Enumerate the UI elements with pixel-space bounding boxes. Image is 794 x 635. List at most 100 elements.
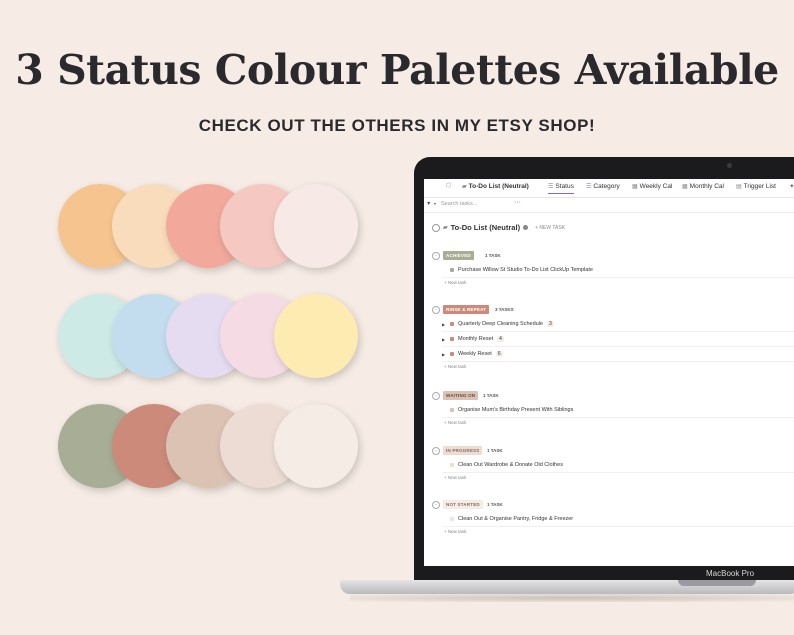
status-square-icon[interactable]	[450, 268, 454, 272]
status-pill[interactable]: NOT STARTED	[443, 500, 483, 509]
headline: 3 Status Colour Palettes Available	[15, 46, 779, 94]
status-square-icon[interactable]	[450, 463, 454, 467]
tab-weekly-cal[interactable]: ▦ Weekly Cal	[632, 183, 672, 190]
color-swatch	[274, 294, 358, 378]
expand-caret-icon[interactable]: ▶	[442, 322, 446, 327]
group-header: −NOT STARTED1 TASKPRIORI	[432, 498, 794, 512]
task-name[interactable]: Weekly Reset	[458, 351, 492, 357]
status-square-icon[interactable]	[450, 517, 454, 521]
task-count: 1 TASK	[487, 502, 503, 507]
color-swatch	[274, 184, 358, 268]
add-task-button[interactable]: + New task	[444, 278, 794, 288]
task-count: 1 TASK	[485, 253, 501, 258]
task-name[interactable]: Clean Out Wardrobe & Donate Old Clothes	[458, 462, 563, 468]
subtask-count[interactable]: 3	[547, 321, 554, 327]
tab-label: To-Do List (Neutral)	[468, 183, 529, 190]
view-tabs-bar: ⬡ ▰ To-Do List (Neutral) ☰ Status ☰ Cate…	[424, 179, 794, 198]
subtask-count[interactable]: 6	[495, 351, 503, 357]
palette-warm	[58, 184, 368, 274]
laptop-notch	[678, 580, 756, 586]
search-input[interactable]: Search tasks...	[441, 201, 477, 207]
status-pill[interactable]: ACHIEVED	[443, 251, 474, 260]
more-icon[interactable]: ···	[514, 199, 521, 206]
palette-neutral	[58, 404, 368, 494]
folder-icon: ▰	[462, 184, 467, 190]
add-view-button[interactable]: +	[790, 183, 794, 190]
task-name[interactable]: Quarterly Deep Cleaning Schedule	[458, 321, 543, 327]
laptop: ⬡ ▰ To-Do List (Neutral) ☰ Status ☰ Cate…	[414, 157, 794, 581]
home-icon[interactable]: ⬡	[446, 182, 451, 189]
plus-icon: +	[790, 183, 794, 190]
laptop-brand: MacBook Pro	[706, 569, 755, 578]
tab-monthly-cal[interactable]: ▦ Monthly Cal	[682, 183, 724, 190]
status-group: −NOT STARTED1 TASKPRIORIClean Out & Orga…	[432, 498, 794, 537]
tab-status[interactable]: ☰ Status	[548, 183, 574, 194]
tab-label: Monthly Cal	[689, 183, 724, 190]
list-title: To-Do List (Neutral)	[450, 223, 521, 232]
add-task-button[interactable]: + New task	[444, 473, 794, 483]
collapse-icon[interactable]	[432, 223, 440, 232]
task-row[interactable]: Purchase Willow St Studio To-Do List Cli…	[442, 263, 794, 278]
app-screen: ⬡ ▰ To-Do List (Neutral) ☰ Status ☰ Cate…	[424, 179, 794, 566]
tab-label: Trigger List	[743, 183, 776, 190]
tab-trigger-list[interactable]: ▤ Trigger List	[736, 183, 776, 190]
folder-icon: ▰	[443, 225, 448, 231]
status-square-icon[interactable]	[450, 352, 454, 356]
calendar-icon: ▦	[682, 184, 688, 190]
subline: CHECK OUT THE OTHERS IN MY ETSY SHOP!	[198, 116, 596, 135]
collapse-group-icon[interactable]: −	[432, 447, 440, 455]
status-square-icon[interactable]	[450, 408, 454, 412]
tab-category[interactable]: ☰ Category	[586, 183, 620, 190]
expand-caret-icon[interactable]: ▶	[442, 337, 446, 342]
collapse-group-icon[interactable]: −	[432, 306, 440, 314]
add-task-button[interactable]: + New task	[444, 362, 794, 372]
search-bar: ▼ ▾ Search tasks... ···	[424, 198, 794, 213]
chevron-down-icon[interactable]: ▾	[434, 201, 436, 206]
collapse-group-icon[interactable]: −	[432, 252, 440, 260]
task-row[interactable]: ▶ Weekly Reset 6	[442, 347, 794, 362]
tab-label: Weekly Cal	[639, 183, 673, 190]
tab-label: Status	[555, 183, 574, 190]
group-header: −RINSE & REPEAT3 TASKSPRIORI	[432, 303, 794, 317]
status-pill[interactable]: RINSE & REPEAT	[443, 305, 490, 314]
add-task-button[interactable]: + New task	[444, 418, 794, 428]
task-count: 3 TASKS	[495, 307, 514, 312]
subtask-count[interactable]: 4	[497, 336, 504, 342]
task-name[interactable]: Organise Mum's Birthday Present With Sib…	[458, 407, 573, 413]
doc-icon: ▤	[736, 184, 742, 190]
tab-list-name[interactable]: ▰ To-Do List (Neutral)	[462, 183, 529, 190]
collapse-group-icon[interactable]: −	[432, 392, 440, 400]
group-header: −IN PROGRESS1 TASKPRIORI	[432, 444, 794, 458]
status-group: −ACHIEVED1 TASKPRIORIPurchase Willow St …	[432, 249, 794, 288]
camera-icon	[727, 163, 732, 168]
status-pill[interactable]: IN PROGRESS	[443, 446, 483, 455]
status-group: −RINSE & REPEAT3 TASKSPRIORI▶Quarterly D…	[432, 303, 794, 372]
status-square-icon[interactable]	[450, 322, 454, 326]
new-task-button[interactable]: + NEW TASK	[535, 225, 565, 231]
color-swatch	[274, 404, 358, 488]
task-row[interactable]: ▶ Quarterly Deep Cleaning Schedule 3	[442, 317, 794, 332]
task-row[interactable]: Organise Mum's Birthday Present With Sib…	[442, 403, 794, 418]
task-name[interactable]: Purchase Willow St Studio To-Do List Cli…	[458, 267, 593, 273]
calendar-icon: ▦	[632, 184, 638, 190]
palette-pastel	[58, 294, 368, 384]
task-row[interactable]: Clean Out Wardrobe & Donate Old Clothes	[442, 458, 794, 473]
task-name[interactable]: Monthly Reset	[458, 336, 493, 342]
status-group: −IN PROGRESS1 TASKPRIORIClean Out Wardro…	[432, 444, 794, 483]
task-name[interactable]: Clean Out & Organise Pantry, Fridge & Fr…	[458, 516, 573, 522]
task-row[interactable]: ▶ Monthly Reset 4	[442, 332, 794, 347]
task-row[interactable]: Clean Out & Organise Pantry, Fridge & Fr…	[442, 512, 794, 527]
tab-label: Category	[593, 183, 620, 190]
expand-caret-icon[interactable]: ▶	[442, 352, 446, 357]
list-title-row: ▰ To-Do List (Neutral) + NEW TASK	[432, 223, 565, 232]
laptop-shadow	[350, 594, 794, 602]
group-header: −WAITING ON1 TASKPRIORI	[432, 389, 794, 403]
filter-icon[interactable]: ▼	[426, 201, 431, 207]
status-square-icon[interactable]	[450, 337, 454, 341]
status-pill[interactable]: WAITING ON	[443, 391, 479, 400]
add-task-button[interactable]: + New task	[444, 527, 794, 537]
task-count: 1 TASK	[487, 448, 503, 453]
list-icon: ☰	[586, 184, 592, 190]
info-icon[interactable]	[523, 225, 529, 230]
collapse-group-icon[interactable]: −	[432, 501, 440, 509]
